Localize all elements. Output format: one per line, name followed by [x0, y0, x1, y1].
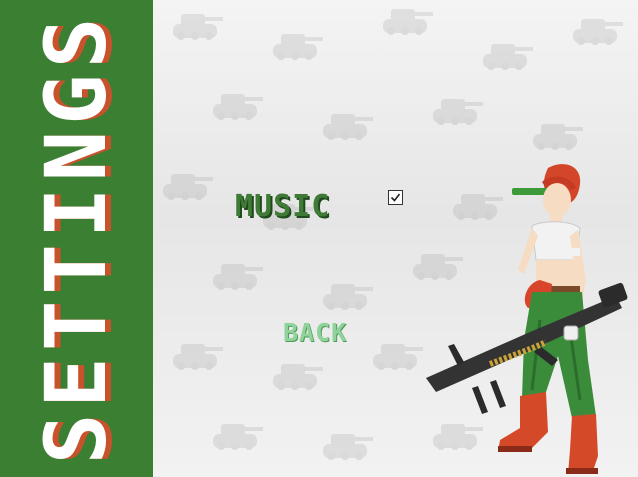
sidebar-banner: SETTINGS	[0, 0, 153, 477]
soldier-character	[426, 164, 628, 474]
music-checkbox[interactable]	[388, 190, 403, 205]
back-button[interactable]: BACK	[283, 318, 347, 347]
settings-screen: SETTINGS MUSIC BACK	[0, 0, 638, 477]
checkmark-icon	[390, 193, 401, 202]
music-label: MUSIC	[235, 189, 331, 224]
settings-title: SETTINGS	[27, 11, 125, 465]
